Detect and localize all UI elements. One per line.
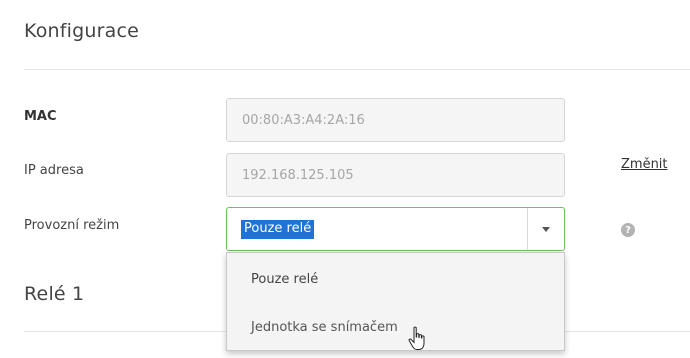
section-title-konfigurace: Konfigurace	[24, 20, 140, 42]
section-title-rele-1: Relé 1	[24, 283, 85, 305]
mac-field: 00:80:A3:A4:2A:16	[226, 98, 565, 142]
option-label: Pouze relé	[251, 271, 319, 287]
chevron-down-icon	[542, 226, 550, 232]
mode-select[interactable]: Pouze relé	[226, 207, 565, 251]
option-label: Jednotka se snímačem	[251, 319, 398, 335]
mode-dropdown-list: Pouze relé Jednotka se snímačem	[226, 252, 565, 351]
question-icon[interactable]: ?	[621, 223, 635, 237]
mac-label: MAC	[24, 109, 57, 124]
mode-selected-value: Pouze relé	[241, 219, 315, 239]
mode-label: Provozní režim	[24, 218, 120, 233]
ip-label: IP adresa	[24, 163, 84, 178]
ip-value: 192.168.125.105	[242, 167, 354, 183]
ip-field: 192.168.125.105	[226, 153, 565, 197]
dropdown-toggle[interactable]	[527, 208, 564, 250]
hand-cursor-icon	[408, 326, 425, 350]
dropdown-option-jednotka-se-snimacem[interactable]: Jednotka se snímačem	[227, 303, 564, 351]
mac-value: 00:80:A3:A4:2A:16	[242, 112, 365, 128]
change-ip-link[interactable]: Změnit	[621, 157, 668, 172]
dropdown-option-pouze-rele[interactable]: Pouze relé	[227, 255, 564, 303]
section-divider	[24, 69, 690, 70]
